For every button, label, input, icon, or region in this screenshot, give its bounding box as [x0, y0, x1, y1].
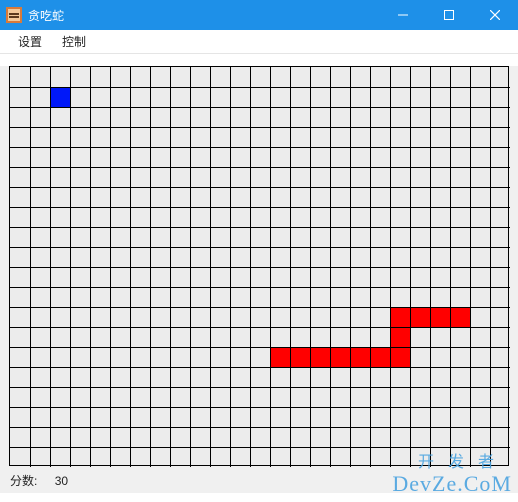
score-value: 30	[55, 474, 68, 488]
snake-head	[451, 308, 470, 327]
snake-segment	[411, 308, 430, 327]
close-button[interactable]	[472, 0, 518, 30]
window-title: 贪吃蛇	[28, 7, 64, 24]
status-bar: 分数: 30	[0, 466, 518, 493]
window-controls	[380, 0, 518, 30]
score-label: 分数:	[10, 474, 37, 488]
window-titlebar: 贪吃蛇	[0, 0, 518, 30]
snake-segment	[311, 348, 330, 367]
menubar: 设置 控制	[0, 30, 518, 54]
menu-control[interactable]: 控制	[52, 30, 96, 53]
game-board[interactable]	[9, 66, 509, 466]
snake-segment	[431, 308, 450, 327]
client-area: 分数: 30	[0, 66, 518, 493]
food-cell	[51, 88, 70, 107]
snake-segment	[351, 348, 370, 367]
snake-segment	[331, 348, 350, 367]
menu-settings[interactable]: 设置	[8, 30, 52, 53]
snake-segment	[391, 328, 410, 347]
grid-lines	[10, 67, 510, 467]
maximize-button[interactable]	[426, 0, 472, 30]
snake-segment	[271, 348, 290, 367]
app-icon	[6, 7, 22, 23]
snake-segment	[391, 348, 410, 367]
snake-segment	[291, 348, 310, 367]
snake-segment	[391, 308, 410, 327]
minimize-button[interactable]	[380, 0, 426, 30]
snake-segment	[371, 348, 390, 367]
